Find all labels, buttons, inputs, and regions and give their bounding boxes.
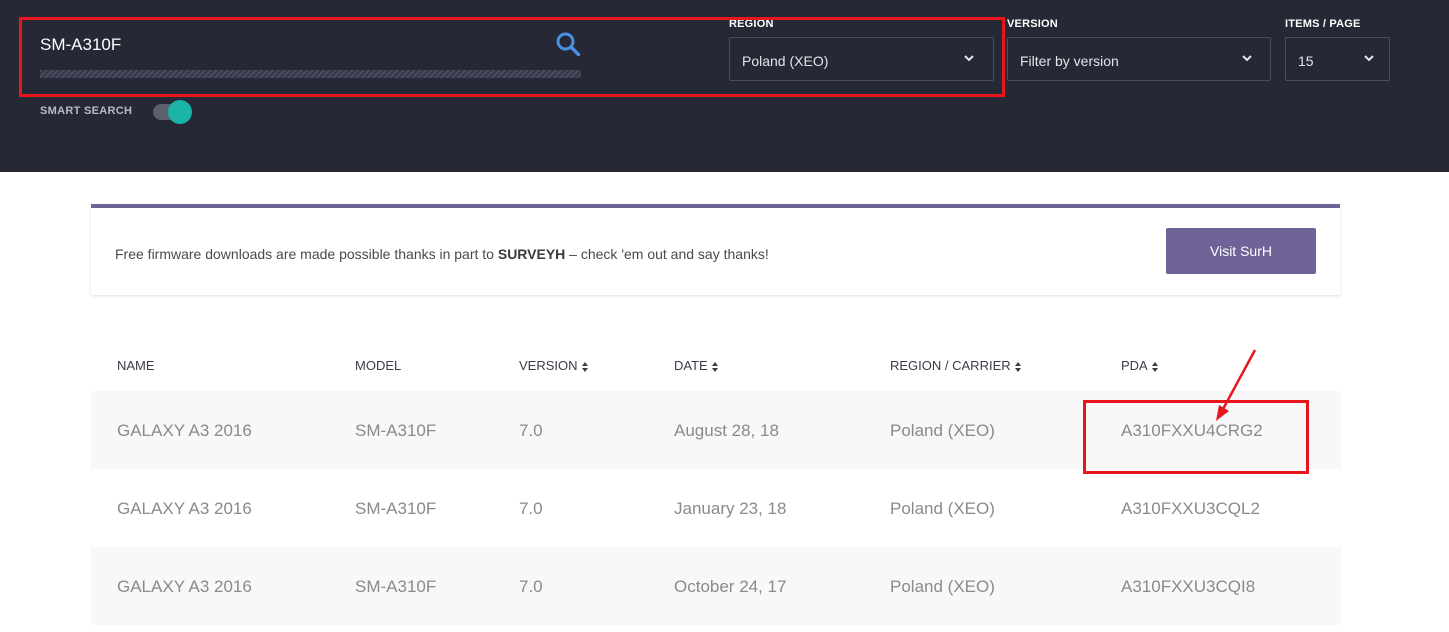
- smart-search-label: SMART SEARCH: [40, 105, 133, 117]
- column-header-label: NAME: [117, 358, 155, 373]
- cell-date: October 24, 17: [674, 577, 787, 596]
- cell-name: GALAXY A3 2016: [117, 499, 252, 518]
- column-header-label: MODEL: [355, 358, 402, 373]
- column-header-label: PDA: [1121, 358, 1148, 373]
- cell-model: SM-A310F: [355, 577, 437, 596]
- column-header-label: VERSION: [519, 358, 578, 373]
- search-icon[interactable]: [555, 31, 581, 57]
- chevron-down-icon: [964, 55, 974, 62]
- sort-icon: [1151, 361, 1158, 372]
- sort-icon: [711, 361, 718, 372]
- chevron-down-icon: [1364, 55, 1374, 62]
- cell-region: Poland (XEO): [890, 499, 995, 518]
- cell-model: SM-A310F: [355, 421, 437, 440]
- smart-search-toggle[interactable]: [153, 100, 193, 124]
- cell-version: 7.0: [519, 421, 543, 440]
- column-header-region-carrier[interactable]: REGION / CARRIER: [890, 358, 1021, 373]
- search-input-underline: [40, 70, 581, 78]
- region-selected-value: Poland (XEO): [742, 53, 829, 69]
- cell-version: 7.0: [519, 577, 543, 596]
- items-per-page-label: ITEMS / PAGE: [1285, 18, 1361, 30]
- version-label: VERSION: [1007, 18, 1058, 30]
- table-row[interactable]: GALAXY A3 2016 SM-A310F 7.0 August 28, 18 Po…: [91, 391, 1341, 469]
- table-header: NAME MODEL VERSION DATE REGION / CARRIER PDA: [91, 345, 1341, 395]
- column-header-pda[interactable]: PDA: [1121, 358, 1158, 373]
- sponsor-name: SURVEYH: [497, 246, 566, 262]
- version-select[interactable]: Filter by version: [1007, 37, 1271, 81]
- sponsor-message: Free firmware downloads are made possibl…: [115, 246, 769, 262]
- cell-name: GALAXY A3 2016: [117, 421, 252, 440]
- cell-date: January 23, 18: [674, 499, 787, 518]
- visit-sponsor-button[interactable]: Visit SurH: [1166, 228, 1316, 274]
- cell-pda: A310FXXU4CRG2: [1121, 421, 1263, 440]
- column-header-name: NAME: [117, 358, 155, 373]
- table-row[interactable]: GALAXY A3 2016 SM-A310F 7.0 January 23, 18 P…: [91, 469, 1341, 547]
- chevron-down-icon: [1242, 55, 1252, 62]
- region-select[interactable]: Poland (XEO): [729, 37, 994, 81]
- cell-pda: A310FXXU3CQI8: [1121, 577, 1256, 596]
- cell-model: SM-A310F: [355, 499, 437, 518]
- firmware-table-body: GALAXY A3 2016 SM-A310F 7.0 August 28, 18 Po…: [91, 391, 1341, 625]
- column-header-date[interactable]: DATE: [674, 358, 718, 373]
- toggle-knob: [168, 100, 192, 124]
- region-label: REGION: [729, 18, 774, 30]
- sponsor-banner: Free firmware downloads are made possibl…: [91, 204, 1340, 295]
- column-header-model: MODEL: [355, 358, 401, 373]
- cell-region: Poland (XEO): [890, 577, 995, 596]
- cell-version: 7.0: [519, 499, 543, 518]
- top-bar: SMART SEARCH REGION Poland (XEO) VERSION…: [0, 0, 1449, 172]
- search-area: [40, 26, 581, 80]
- column-header-version[interactable]: VERSION: [519, 358, 588, 373]
- version-selected-value: Filter by version: [1020, 53, 1119, 69]
- items-per-page-select[interactable]: 15: [1285, 37, 1390, 81]
- sort-icon: [1014, 361, 1021, 372]
- cell-name: GALAXY A3 2016: [117, 577, 252, 596]
- column-header-label: REGION / CARRIER: [890, 358, 1011, 373]
- cell-region: Poland (XEO): [890, 421, 995, 440]
- cell-pda: A310FXXU3CQL2: [1121, 499, 1260, 518]
- sort-icon: [581, 361, 588, 372]
- cell-date: August 28, 18: [674, 421, 779, 440]
- table-row[interactable]: GALAXY A3 2016 SM-A310F 7.0 October 24, 17 P…: [91, 547, 1341, 625]
- column-header-label: DATE: [674, 358, 708, 373]
- search-input[interactable]: [40, 32, 540, 58]
- items-per-page-selected-value: 15: [1298, 53, 1314, 69]
